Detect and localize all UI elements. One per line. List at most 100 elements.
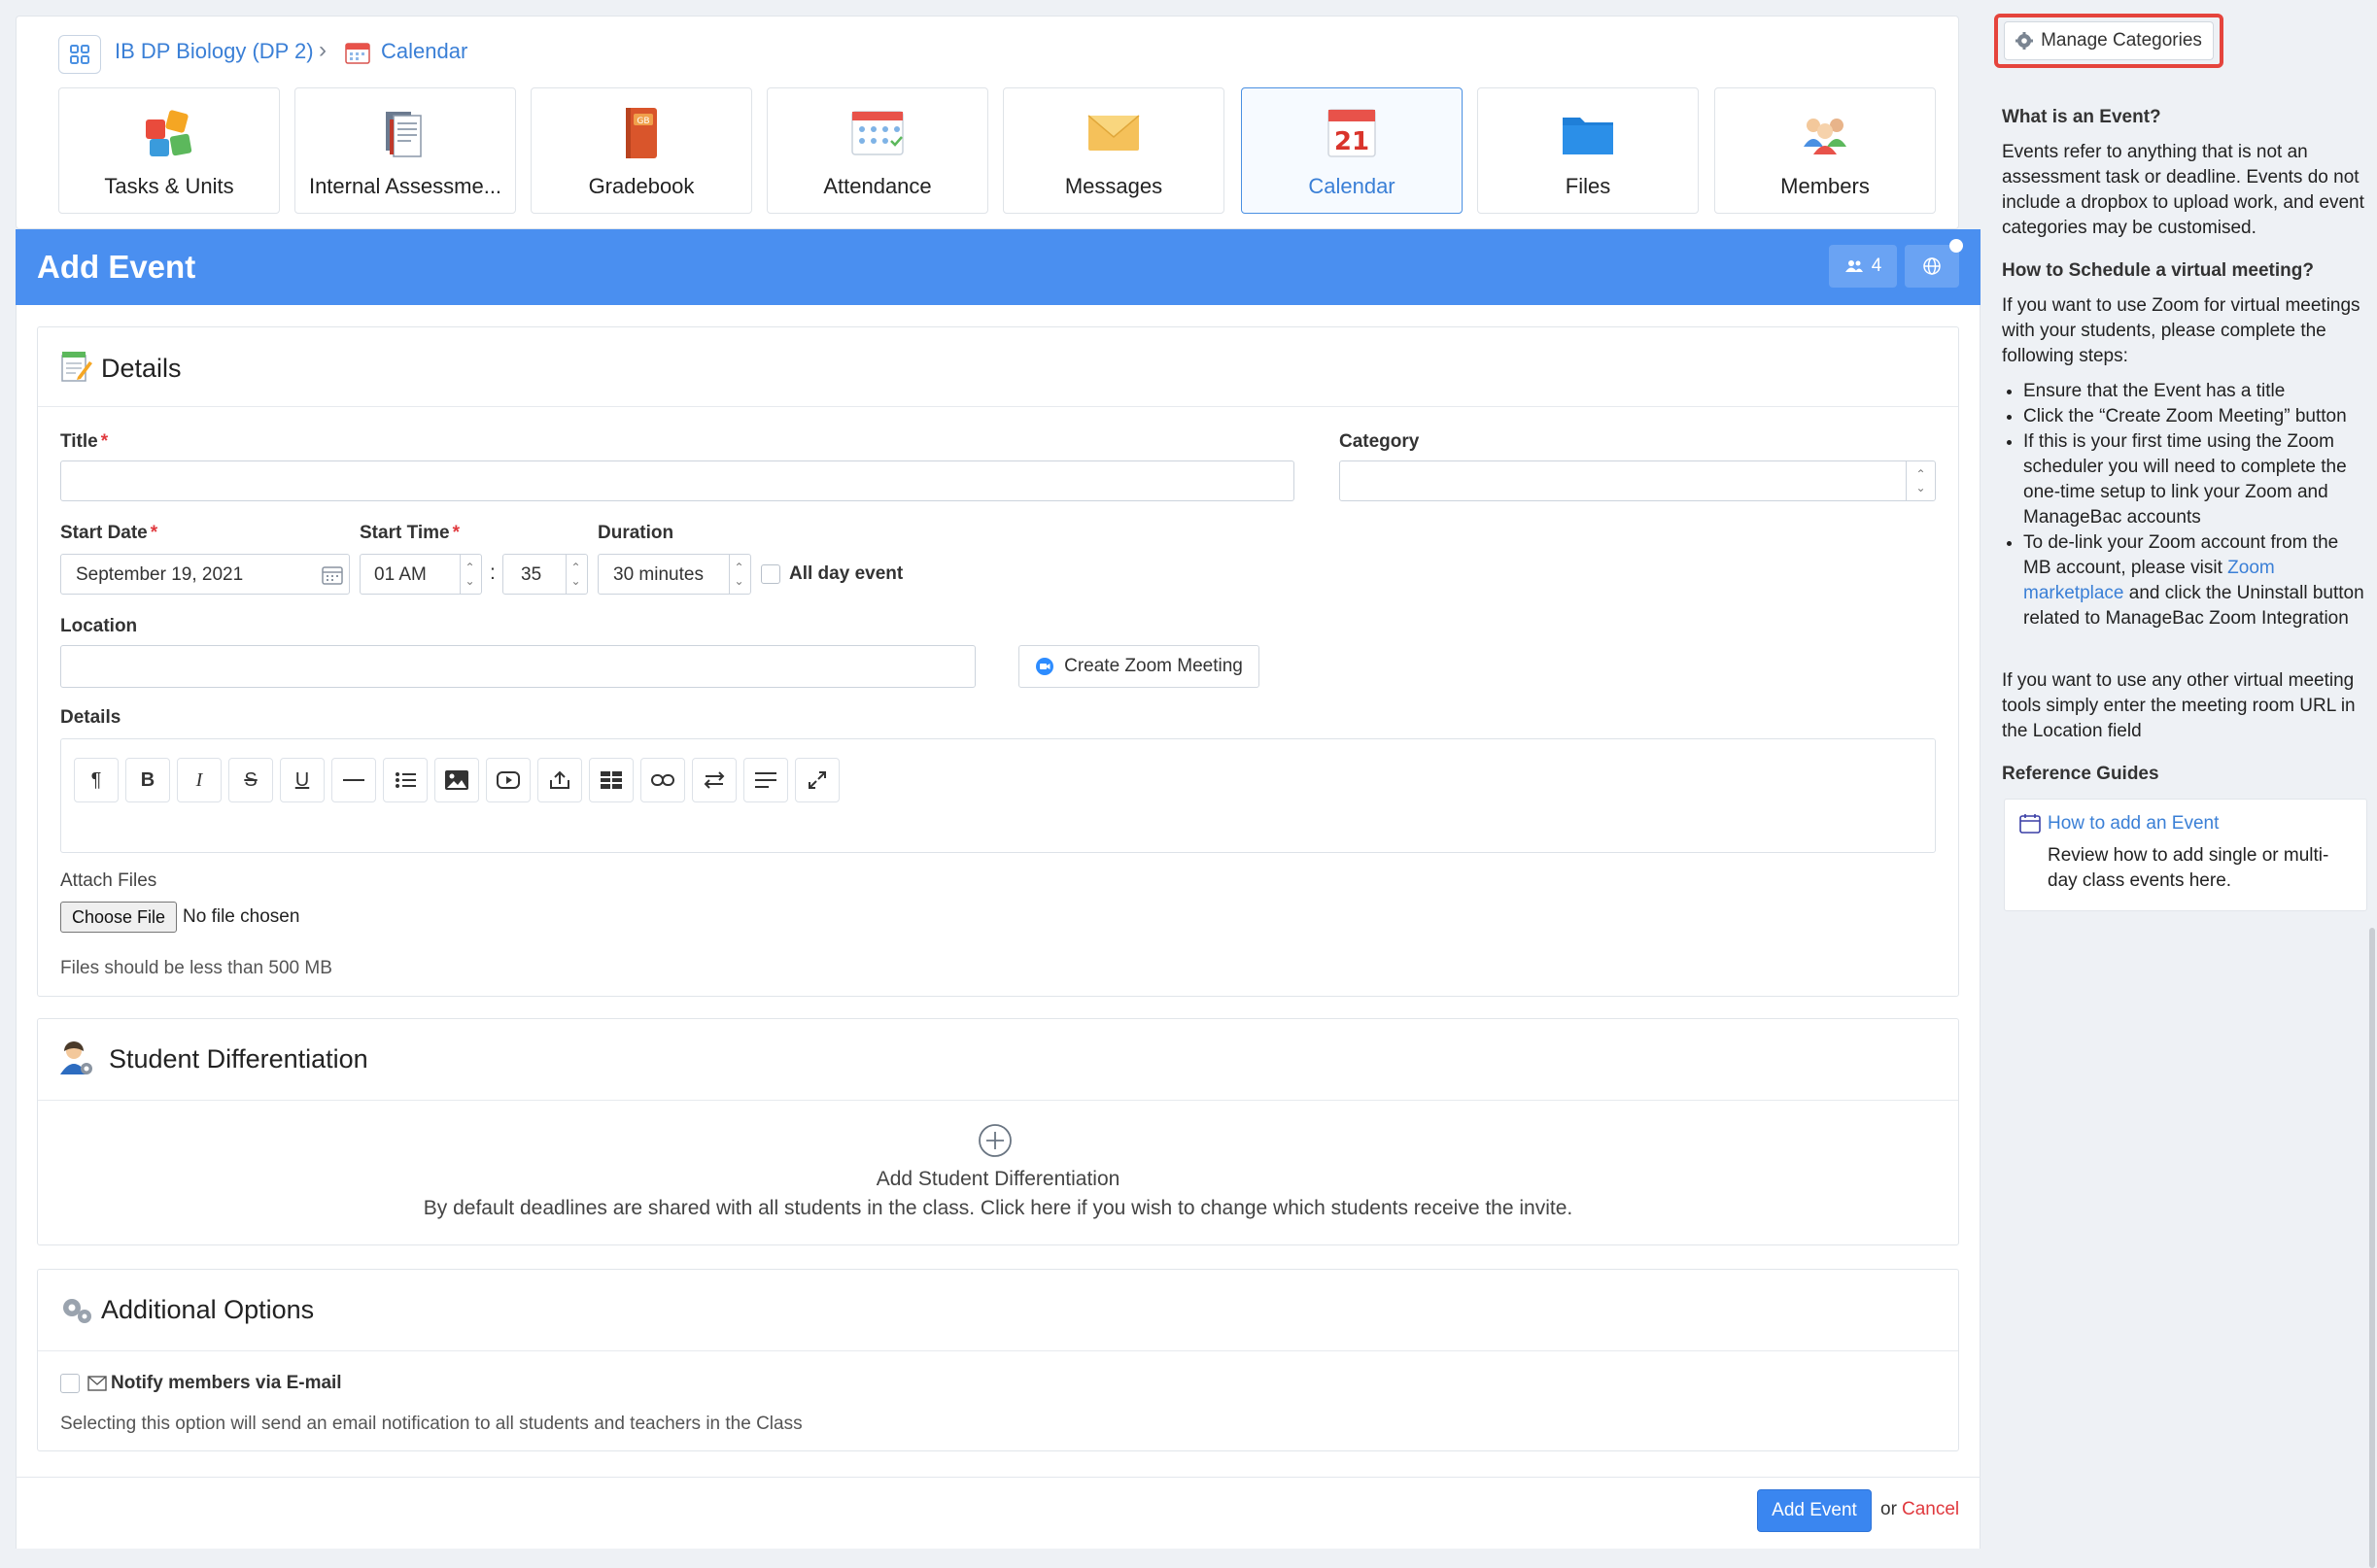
tile-label: Internal Assessme... (308, 174, 502, 198)
select-arrows-icon: ⌃ ⌄ (1906, 461, 1935, 500)
title-label-text: Title (60, 431, 98, 452)
tile-label: Members (1780, 174, 1870, 198)
additional-section-title: Additional Options (101, 1295, 315, 1324)
tile-label: Files (1565, 174, 1611, 198)
envelope-icon (1087, 115, 1140, 151)
start-hour-value: 01 AM (374, 564, 427, 585)
zoom-button-label: Create Zoom Meeting (1064, 656, 1243, 676)
folder-icon (1563, 118, 1613, 154)
start-date-input[interactable]: September 19, 2021 (60, 554, 350, 595)
tile-gradebook[interactable]: GB Gradebook (531, 87, 752, 214)
members-icon (1804, 119, 1846, 154)
calendar-outline-icon (2019, 814, 2041, 834)
what-is-event-text: Events refer to anything that is not an … (2002, 142, 2364, 238)
globe-icon (1923, 257, 1941, 275)
bullet-list-icon[interactable] (383, 758, 428, 802)
tile-messages[interactable]: Messages (1003, 87, 1224, 214)
cancel-link[interactable]: Cancel (1902, 1499, 1959, 1520)
svg-text:GB: GB (637, 117, 649, 126)
required-mark: * (452, 523, 460, 543)
page-title: Add Event (37, 249, 196, 285)
virtual-meeting-heading: How to Schedule a virtual meeting? (2002, 260, 2314, 281)
timezone-button[interactable] (1905, 245, 1959, 288)
gear-icon (2015, 32, 2034, 50)
tile-label: Tasks & Units (104, 174, 234, 198)
underline-icon[interactable]: U (280, 758, 325, 802)
reference-guides-heading: Reference Guides (2002, 764, 2159, 784)
tile-members[interactable]: Members (1714, 87, 1936, 214)
paragraph-icon[interactable]: ¶ (74, 758, 119, 802)
select-arrows-icon: ⌃ ⌄ (460, 555, 479, 594)
tile-calendar[interactable]: 21 Calendar (1241, 87, 1463, 214)
additional-section-header (38, 1270, 1958, 1351)
video-icon[interactable] (486, 758, 531, 802)
tile-files[interactable]: Files (1477, 87, 1699, 214)
all-day-checkbox[interactable] (761, 564, 780, 584)
start-minute-select[interactable]: 35 ⌃ ⌄ (502, 554, 588, 595)
breadcrumb-calendar-link[interactable]: Calendar (381, 39, 467, 64)
tile-internal-assessment[interactable]: Internal Assessme... (294, 87, 516, 214)
fullscreen-icon[interactable] (795, 758, 840, 802)
align-icon[interactable] (743, 758, 788, 802)
tile-label: Messages (1064, 174, 1163, 198)
tile-label: Attendance (823, 174, 932, 198)
members-count-button[interactable]: 4 (1829, 245, 1897, 288)
start-date-label: Start Date * (60, 523, 157, 544)
calendar-icon (345, 43, 370, 64)
add-event-submit-button[interactable]: Add Event (1757, 1489, 1872, 1532)
create-zoom-meeting-button[interactable]: Create Zoom Meeting (1018, 645, 1259, 688)
add-event-header (16, 229, 1981, 305)
differentiation-section-title: Student Differentiation (109, 1044, 368, 1074)
image-icon[interactable] (434, 758, 479, 802)
strikethrough-icon[interactable]: S (228, 758, 273, 802)
choose-file-button[interactable]: Choose File (60, 902, 177, 933)
tile-tasks-units[interactable]: Tasks & Units (58, 87, 280, 214)
plus-circle-icon[interactable] (978, 1123, 1013, 1158)
add-student-differentiation-link[interactable]: Add Student Differentiation (37, 1168, 1959, 1191)
notepad-pencil-icon (61, 352, 92, 382)
zoom-icon (1036, 658, 1054, 675)
how-to-add-event-link[interactable]: How to add an Event (2048, 813, 2219, 835)
manage-categories-label: Manage Categories (2041, 30, 2202, 51)
location-label: Location (60, 616, 138, 636)
step4-pre: To de-link your Zoom account from the MB… (2023, 532, 2339, 578)
date-picker-icon[interactable] (322, 565, 343, 585)
all-day-label: All day event (789, 563, 904, 584)
time-separator: : (490, 562, 496, 584)
notification-dot (1949, 239, 1963, 253)
bold-icon[interactable]: B (125, 758, 170, 802)
breadcrumb-separator: › (319, 37, 327, 63)
duration-label: Duration (598, 523, 674, 543)
footer-divider (16, 1477, 1981, 1478)
members-count: 4 (1871, 256, 1882, 276)
notify-checkbox[interactable] (60, 1374, 80, 1393)
manage-categories-button[interactable]: Manage Categories (2004, 21, 2214, 60)
student-settings-icon (60, 1041, 92, 1074)
title-input[interactable] (60, 460, 1294, 501)
what-is-event-heading: What is an Event? (2002, 107, 2161, 127)
scrollbar[interactable] (2369, 928, 2375, 1568)
envelope-icon (87, 1376, 107, 1391)
calendar-21-icon: 21 (1327, 109, 1376, 157)
category-select[interactable]: ⌃ ⌄ (1339, 460, 1936, 501)
text-direction-icon[interactable] (692, 758, 737, 802)
details-section-header (38, 327, 1958, 407)
table-icon[interactable] (589, 758, 634, 802)
list-item: If this is your first time using the Zoo… (2023, 429, 2365, 530)
differentiation-description[interactable]: By default deadlines are shared with all… (37, 1197, 1959, 1220)
tile-attendance[interactable]: Attendance (767, 87, 988, 214)
italic-icon[interactable]: I (177, 758, 222, 802)
horizontal-rule-icon[interactable] (331, 758, 376, 802)
start-hour-select[interactable]: 01 AM ⌃ ⌄ (360, 554, 482, 595)
zoom-steps-list: Ensure that the Event has a title Click … (2002, 379, 2365, 631)
link-icon[interactable] (640, 758, 685, 802)
breadcrumb-class-link[interactable]: IB DP Biology (DP 2) (115, 39, 314, 64)
apps-grid-icon[interactable] (58, 35, 101, 74)
duration-select[interactable]: 30 minutes ⌃ ⌄ (598, 554, 751, 595)
virtual-meeting-intro: If you want to use Zoom for virtual meet… (2002, 295, 2360, 366)
location-input[interactable] (60, 645, 976, 688)
start-date-value: September 19, 2021 (76, 564, 244, 585)
required-mark: * (150, 523, 158, 543)
start-date-label-text: Start Date (60, 523, 148, 543)
upload-icon[interactable] (537, 758, 582, 802)
